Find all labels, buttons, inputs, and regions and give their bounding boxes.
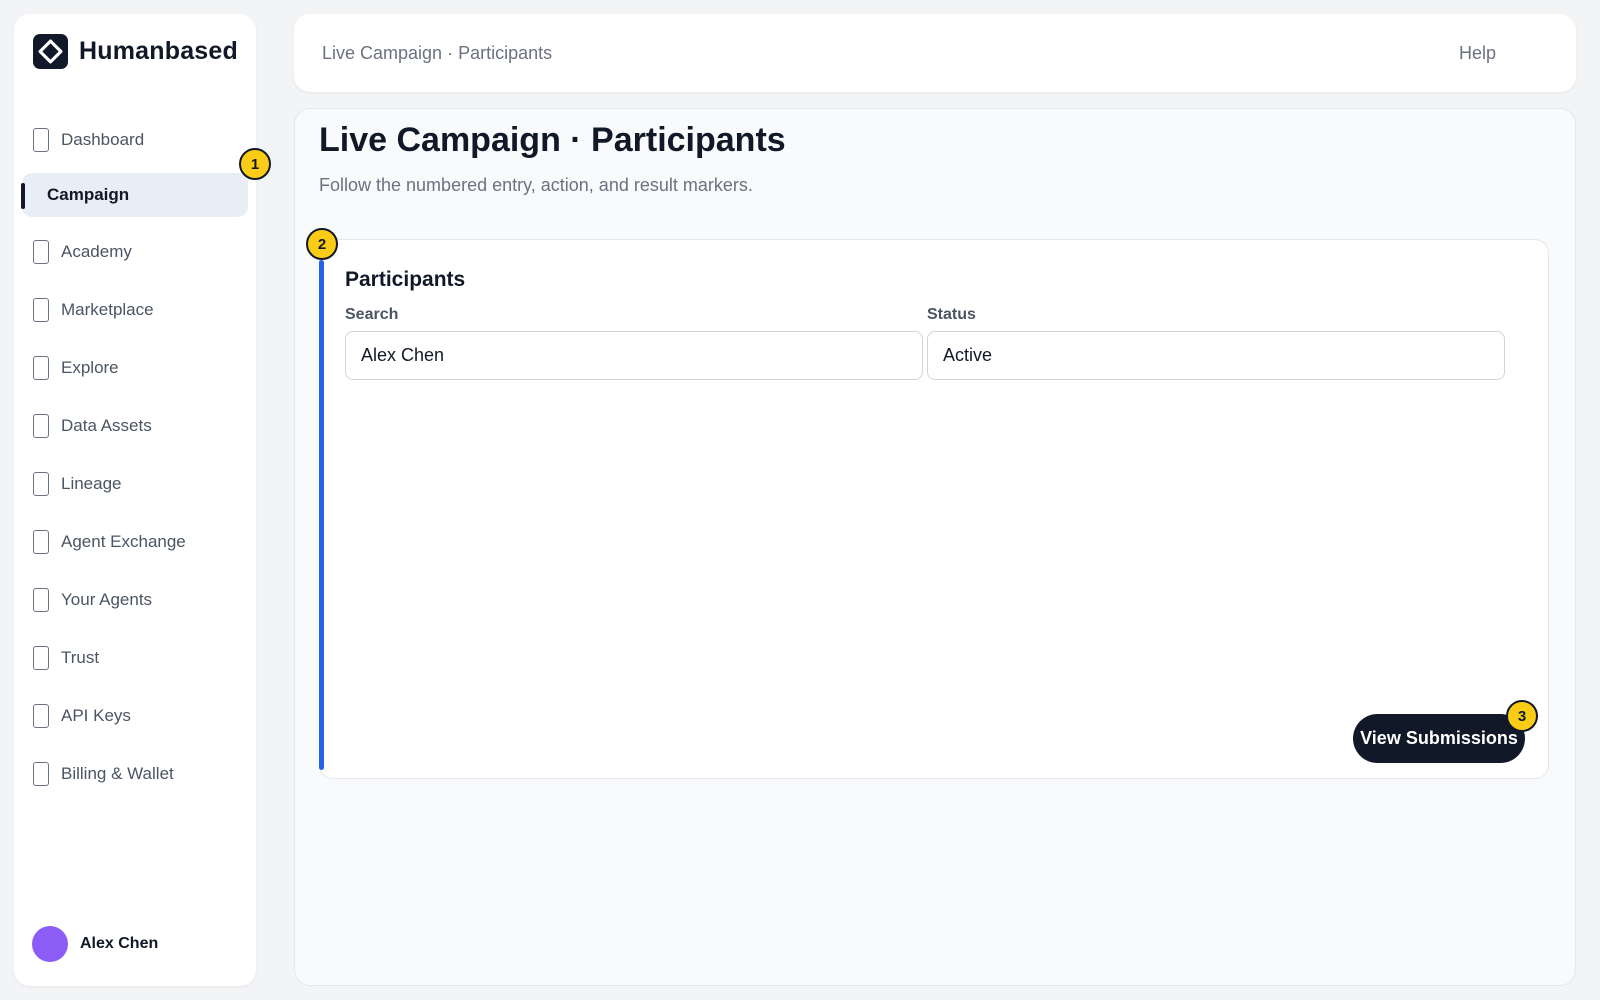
sidebar-item-academy[interactable]: Academy	[22, 230, 248, 274]
sidebar-item-label: Agent Exchange	[61, 532, 186, 551]
step-marker-action: 2	[306, 228, 338, 260]
sidebar-item-api-keys[interactable]: API Keys	[22, 694, 248, 738]
search-input[interactable]: Alex Chen	[345, 331, 923, 380]
sidebar-item-dashboard[interactable]: Dashboard	[22, 118, 248, 162]
page-icon	[33, 414, 49, 438]
sidebar-item-label: Your Agents	[61, 590, 153, 609]
sidebar-item-label: Trust	[61, 648, 100, 667]
page-title: Live Campaign · Participants	[319, 121, 786, 159]
page-icon	[33, 472, 49, 496]
sidebar-item-lineage[interactable]: Lineage	[22, 462, 248, 506]
diamond-logo-icon	[33, 34, 68, 69]
active-indicator	[21, 183, 25, 209]
card-accent-bar	[319, 260, 324, 770]
sidebar-item-label: Dashboard	[61, 130, 145, 149]
user-profile[interactable]: Alex Chen	[32, 926, 158, 962]
sidebar-item-label: Academy	[61, 242, 132, 261]
page-icon	[33, 240, 49, 264]
sidebar-item-label: Campaign	[47, 185, 130, 204]
card-title: Participants	[345, 268, 466, 291]
status-select[interactable]: Active	[927, 331, 1505, 380]
sidebar-item-label: Billing & Wallet	[61, 764, 174, 783]
sidebar-item-label: Explore	[61, 358, 119, 377]
page-icon	[33, 646, 49, 670]
page-icon	[33, 588, 49, 612]
sidebar-item-label: Lineage	[61, 474, 122, 493]
sidebar-item-explore[interactable]: Explore	[22, 346, 248, 390]
sidebar-item-marketplace[interactable]: Marketplace	[22, 288, 248, 332]
main-content: Live Campaign · Participants Follow the …	[294, 108, 1576, 986]
page-icon	[33, 762, 49, 786]
page-icon	[33, 356, 49, 380]
sidebar-item-label: Data Assets	[61, 416, 152, 435]
page-subtitle: Follow the numbered entry, action, and r…	[319, 175, 753, 195]
participants-card: Participants Search Alex Chen Status Act…	[319, 239, 1549, 779]
help-link[interactable]: Help	[1459, 43, 1496, 64]
step-marker-entry: 1	[239, 148, 271, 180]
breadcrumb: Live Campaign · Participants	[322, 43, 553, 63]
avatar	[32, 926, 68, 962]
sidebar-item-your-agents[interactable]: Your Agents	[22, 578, 248, 622]
page-icon	[33, 704, 49, 728]
page-icon	[33, 128, 49, 152]
top-bar: Live Campaign · Participants Help	[294, 14, 1576, 92]
sidebar-item-campaign[interactable]: Campaign	[21, 173, 248, 217]
sidebar-item-trust[interactable]: Trust	[22, 636, 248, 680]
page-icon	[33, 530, 49, 554]
sidebar-item-label: Marketplace	[61, 300, 154, 319]
step-marker-result: 3	[1506, 700, 1538, 732]
user-name: Alex Chen	[80, 935, 159, 952]
sidebar: Humanbased Dashboard Campaign Academy Ma…	[14, 14, 256, 986]
sidebar-item-data-assets[interactable]: Data Assets	[22, 404, 248, 448]
status-label: Status	[927, 306, 976, 323]
sidebar-item-billing-wallet[interactable]: Billing & Wallet	[22, 752, 248, 796]
view-submissions-button[interactable]: View Submissions	[1353, 714, 1525, 763]
search-label: Search	[345, 306, 399, 323]
brand-name: Humanbased	[79, 37, 238, 65]
page-icon	[33, 298, 49, 322]
sidebar-item-agent-exchange[interactable]: Agent Exchange	[22, 520, 248, 564]
sidebar-item-label: API Keys	[61, 706, 131, 725]
brand[interactable]: Humanbased	[33, 34, 238, 69]
